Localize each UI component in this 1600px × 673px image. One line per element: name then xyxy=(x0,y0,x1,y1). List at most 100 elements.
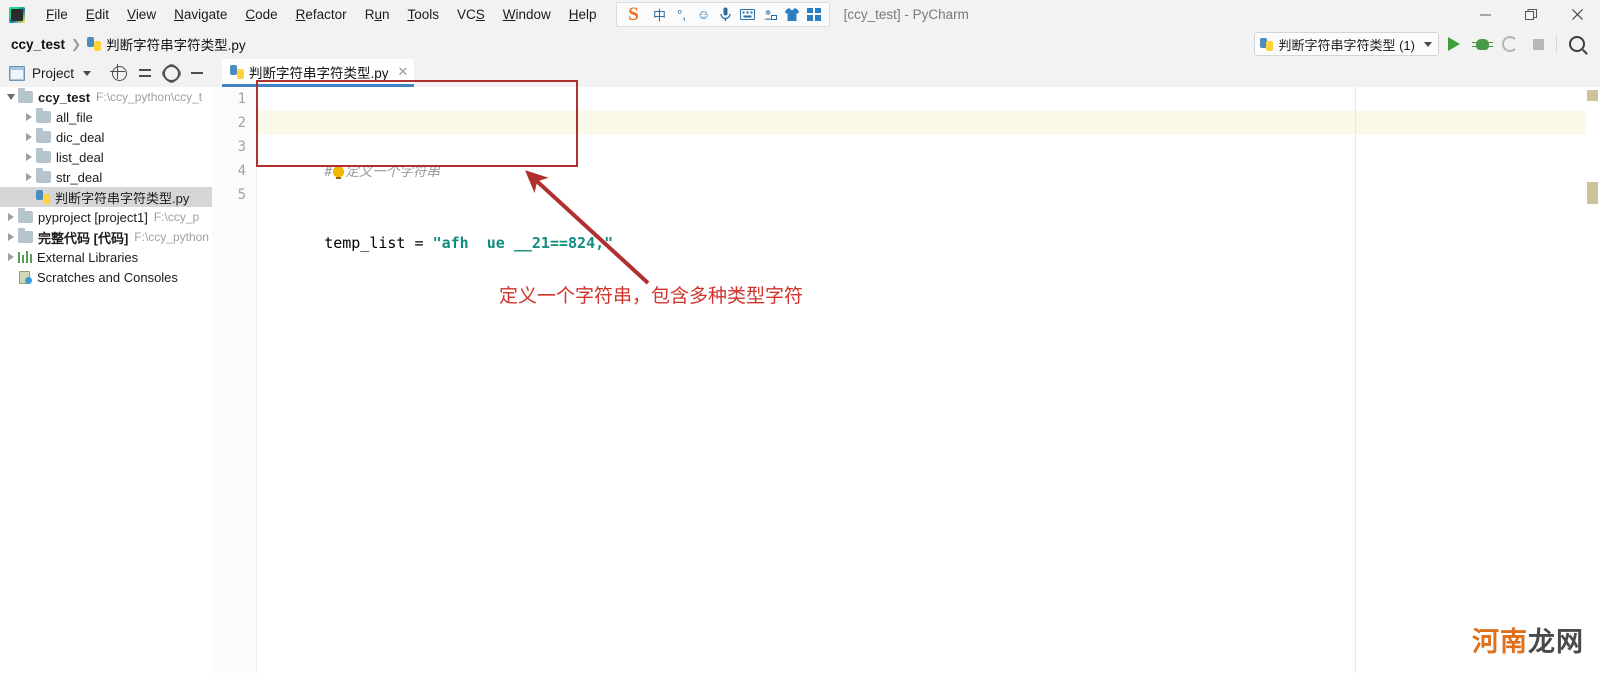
debug-button[interactable] xyxy=(1469,31,1495,57)
python-config-icon xyxy=(1260,37,1274,51)
chinese-mode-icon[interactable]: 中 xyxy=(649,4,671,25)
gear-icon xyxy=(162,64,180,82)
target-icon xyxy=(109,63,127,81)
hide-panel-button[interactable] xyxy=(184,60,210,86)
folder-icon xyxy=(18,88,33,103)
stop-icon xyxy=(1532,38,1544,50)
tree-item-label: dic_deal xyxy=(56,129,105,145)
menu-item-edit[interactable]: Edit xyxy=(77,4,118,25)
chevron-right-icon[interactable] xyxy=(4,233,18,241)
emoji-icon[interactable]: ☺ xyxy=(693,4,715,25)
menu-item-tools[interactable]: Tools xyxy=(398,4,448,25)
soft-keyboard-icon[interactable] xyxy=(737,4,759,25)
tree-item[interactable]: External Libraries xyxy=(0,247,212,267)
toolbar-divider xyxy=(1556,35,1557,53)
python-file-icon xyxy=(230,64,244,79)
run-configuration-selector[interactable]: 判断字符串字符类型 (1) xyxy=(1254,32,1439,56)
maximize-restore-button[interactable] xyxy=(1508,0,1554,29)
breadcrumb-file[interactable]: 判断字符串字符类型.py xyxy=(87,34,246,54)
tree-item[interactable]: ccy_test F:\ccy_python\ccy_t xyxy=(0,87,212,107)
close-icon[interactable]: ✕ xyxy=(398,65,409,78)
chevron-down-icon[interactable] xyxy=(4,94,18,100)
sogou-logo-icon[interactable]: S xyxy=(621,4,647,26)
chevron-right-icon[interactable] xyxy=(22,153,36,161)
code-content[interactable]: # 定义一个字符串 temp_list = "afh ue __21==824," xyxy=(270,87,1600,673)
line-number: 4 xyxy=(237,163,246,179)
chevron-right-icon[interactable] xyxy=(4,213,18,221)
tree-item[interactable]: dic_deal xyxy=(0,127,212,147)
gutter-marker[interactable] xyxy=(1587,182,1598,204)
sogou-ime-toolbar[interactable]: S 中 °, ☺ xyxy=(615,2,830,27)
tree-item[interactable]: 判断字符串字符类型.py xyxy=(0,187,212,207)
comment-text: 定义一个字符串 xyxy=(345,164,440,180)
tree-item-label: all_file xyxy=(56,109,93,125)
project-tree[interactable]: ccy_test F:\ccy_python\ccy_t all_file dic_d… xyxy=(0,87,213,673)
scroll-from-source-button[interactable] xyxy=(106,60,132,86)
chevron-down-icon[interactable] xyxy=(83,70,92,76)
skin-icon[interactable] xyxy=(781,4,803,25)
editor-marker-strip[interactable] xyxy=(1586,87,1600,673)
tree-item-path: F:\ccy_python\ccy_t xyxy=(96,90,203,104)
folder-icon xyxy=(36,108,51,123)
tree-item-label: External Libraries xyxy=(37,249,139,265)
run-toolbar: 判断字符串字符类型 (1) xyxy=(1254,29,1590,59)
run-button[interactable] xyxy=(1441,31,1467,57)
tree-item[interactable]: Scratches and Consoles xyxy=(0,267,212,287)
code-line-1: # 定义一个字符串 xyxy=(270,135,1600,180)
stop-button[interactable] xyxy=(1525,31,1551,57)
chevron-right-icon[interactable] xyxy=(22,113,36,121)
gutter-marker[interactable] xyxy=(1587,90,1598,101)
pycharm-logo-icon xyxy=(9,6,25,23)
python-file-icon xyxy=(36,190,50,204)
tree-item[interactable]: pyproject [project1] F:\ccy_p xyxy=(0,207,212,227)
menu-item-window[interactable]: Window xyxy=(494,4,560,25)
menu-item-help[interactable]: Help xyxy=(560,4,606,25)
lightbulb-icon[interactable] xyxy=(333,166,345,179)
menu-item-file[interactable]: File xyxy=(37,4,77,25)
breadcrumb-root[interactable]: ccy_test xyxy=(11,37,65,52)
menu-item-run[interactable]: Run xyxy=(356,4,399,25)
tree-item[interactable]: list_deal xyxy=(0,147,212,167)
collapse-icon xyxy=(139,67,151,79)
menu-mnemonic: N xyxy=(174,7,184,22)
code-editor[interactable]: 1 2 3 4 5 # 定义一个字符串 temp_list = "afh ue __21=… xyxy=(212,87,1600,673)
toolbox-icon[interactable] xyxy=(803,4,825,25)
minimize-icon xyxy=(191,72,203,74)
punctuation-icon[interactable]: °, xyxy=(671,4,693,25)
project-panel-title[interactable]: Project xyxy=(32,66,74,81)
run-coverage-button[interactable] xyxy=(1497,31,1523,57)
project-panel-header: Project xyxy=(0,59,212,88)
close-button[interactable] xyxy=(1554,0,1600,29)
menu-item-vcs[interactable]: VCS xyxy=(448,4,494,25)
chevron-right-icon[interactable] xyxy=(22,133,36,141)
menu-item-view[interactable]: View xyxy=(118,4,165,25)
tree-item[interactable]: all_file xyxy=(0,107,212,127)
tree-item[interactable]: 完整代码 [代码] F:\ccy_python xyxy=(0,227,212,247)
line-number-gutter: 1 2 3 4 5 xyxy=(212,87,257,673)
voice-input-icon[interactable] xyxy=(715,4,737,25)
menu-mnemonic: V xyxy=(127,7,136,22)
minimize-button[interactable] xyxy=(1462,0,1508,29)
bug-icon xyxy=(1471,38,1493,50)
chevron-right-icon[interactable] xyxy=(22,173,36,181)
project-window-icon xyxy=(9,65,25,81)
search-everywhere-button[interactable] xyxy=(1564,31,1590,57)
menu-item-navigate[interactable]: Navigate xyxy=(165,4,236,25)
menu-item-code[interactable]: Code xyxy=(236,4,286,25)
chevron-right-icon[interactable] xyxy=(4,253,18,261)
tree-item[interactable]: str_deal xyxy=(0,167,212,187)
line-number: 3 xyxy=(237,139,246,155)
menu-item-refactor[interactable]: Refactor xyxy=(287,4,356,25)
menu-mnemonic: R xyxy=(295,7,306,22)
tree-item-path: F:\ccy_p xyxy=(153,210,200,224)
window-controls xyxy=(1462,0,1600,29)
project-settings-button[interactable] xyxy=(158,60,184,86)
handwriting-icon[interactable] xyxy=(759,4,781,25)
editor-tab[interactable]: 判断字符串字符类型.py ✕ xyxy=(222,59,415,87)
collapse-all-button[interactable] xyxy=(132,60,158,86)
watermark: 河南龙网 xyxy=(1472,620,1584,659)
project-panel-tools xyxy=(106,59,210,87)
line-number: 2 xyxy=(237,115,246,131)
